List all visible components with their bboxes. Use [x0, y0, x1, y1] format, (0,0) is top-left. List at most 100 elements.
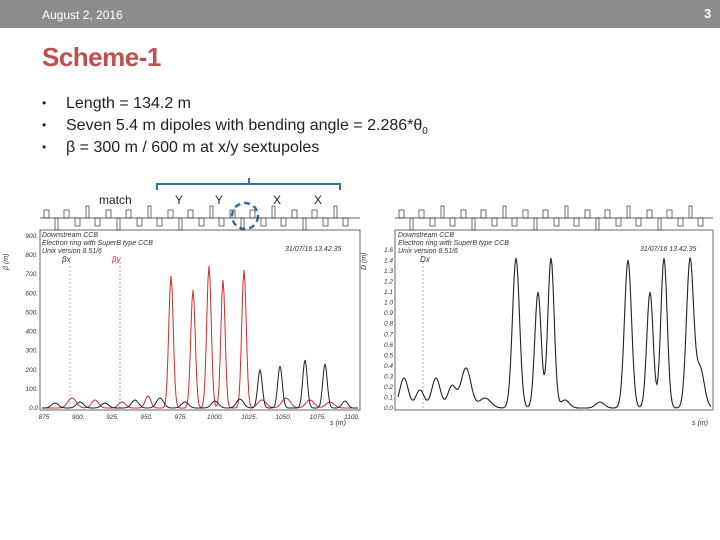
y-tick-label: 0.3 — [384, 373, 393, 380]
magnet-element — [429, 217, 436, 227]
magnet-element — [635, 217, 642, 227]
magnet-element — [342, 217, 349, 227]
label-x-1: X — [273, 193, 281, 207]
magnet-element — [666, 209, 673, 219]
section-bracket — [156, 183, 341, 190]
label-match: match — [99, 193, 132, 207]
dispersion-y-ticks: 1.6 1.4 1.3 1.2 1.1 1.0 0.9 0.8 0.7 0.6 0.5 0.4 0.3 0… — [384, 247, 393, 412]
dx-label: Dx — [420, 255, 431, 264]
dispersion-xlabel: s (m) — [692, 420, 708, 427]
magnet-element — [564, 205, 569, 219]
highlight-circle-icon — [230, 201, 260, 231]
y-tick-label: 200. — [24, 367, 38, 374]
y-tick-label: 0.5 — [384, 352, 393, 359]
magnet-element — [491, 217, 498, 227]
magnet-element — [522, 209, 529, 219]
y-tick-label: 0.0 — [384, 405, 393, 412]
y-tick-label: 800. — [25, 252, 38, 259]
magnet-element — [116, 217, 121, 231]
beta-plot: Downstream CCB Electron ring with SuperB… — [3, 205, 361, 427]
beta-x-curve — [42, 359, 358, 409]
magnet-element — [688, 205, 693, 219]
y-tick-label: 300. — [25, 348, 38, 355]
y-tick-label: 0.1 — [384, 394, 393, 401]
magnet-element — [418, 209, 425, 219]
magnet-element — [147, 205, 152, 219]
magnet-element — [187, 209, 194, 219]
y-tick-label: 1.1 — [384, 289, 393, 296]
beta-xlabel: s (m) — [330, 420, 346, 427]
beta-y-curve — [42, 265, 358, 409]
lattice-elements — [40, 205, 360, 231]
magnet-element — [604, 209, 611, 219]
x-tick-label: 1000. — [207, 414, 223, 421]
magnet-element — [54, 217, 59, 231]
y-tick-label: 500. — [25, 309, 38, 316]
magnet-element — [280, 217, 287, 227]
y-tick-label: 1.3 — [384, 268, 393, 275]
dispersion-curve — [397, 257, 712, 409]
beta-x-ticks: 875 900. 925. 950. 975. 1000. 1025. 1050. 1075. 1… — [39, 414, 361, 421]
label-y-1: Y — [175, 193, 183, 207]
plot-timestamp: 31/07/16 13.42.35 — [285, 246, 342, 253]
magnet-element — [125, 209, 132, 219]
beta-y-ticks: 900. 800. 700. 600. 500. 400. 300. 200. 100. 0.0 — [24, 233, 38, 412]
magnet-element — [398, 209, 405, 219]
magnet-element — [74, 217, 81, 227]
magnet-element — [584, 209, 591, 219]
legend-line-2: Electron ring with SuperB type CCB — [42, 240, 153, 247]
lattice-elements-right — [395, 205, 713, 231]
y-tick-label: 0.9 — [384, 310, 393, 317]
magnet-element — [94, 217, 101, 227]
magnet-element — [471, 217, 476, 231]
legend-line-3: Unix version 8.51/6 — [42, 248, 102, 255]
y-tick-label: 700. — [25, 271, 38, 278]
magnet-element — [657, 217, 662, 231]
magnet-element — [697, 217, 704, 227]
label-y-2: Y — [215, 193, 223, 207]
magnet-element — [302, 217, 307, 231]
beta-ylabel: β (m) — [3, 254, 10, 271]
magnet-element — [409, 217, 414, 231]
magnet-element — [218, 217, 225, 227]
magnet-element — [136, 217, 143, 227]
legend-line-3-right: Unix version 8.51/6 — [398, 248, 458, 255]
x-tick-label: 1050. — [275, 414, 291, 421]
magnet-element — [542, 209, 549, 219]
x-tick-label: 975. — [175, 414, 188, 421]
y-tick-label: 400. — [25, 329, 38, 336]
magnet-element — [440, 205, 445, 219]
magnet-element — [156, 217, 163, 227]
magnet-element — [646, 209, 653, 219]
magnet-element — [573, 217, 580, 227]
magnet-element — [105, 209, 112, 219]
y-tick-label: 0.4 — [384, 363, 393, 370]
dispersion-ylabel: D (m) — [361, 253, 368, 271]
x-tick-label: 925. — [106, 414, 119, 421]
x-tick-label: 1075. — [310, 414, 326, 421]
magnet-element — [502, 205, 507, 219]
y-tick-label: 1.4 — [384, 258, 393, 265]
beta-plot-frame — [39, 229, 361, 411]
magnet-element — [533, 217, 538, 231]
y-tick-label: 1.0 — [384, 300, 393, 307]
y-tick-label: 0.8 — [384, 321, 393, 328]
magnet-element — [553, 217, 560, 227]
magnet-element — [333, 205, 338, 219]
y-tick-label: 1.6 — [384, 247, 393, 254]
y-tick-label: 0.2 — [384, 384, 393, 391]
legend-line-1: Downstream CCB — [42, 232, 98, 239]
x-tick-label: 1025. — [241, 414, 257, 421]
magnet-element — [63, 209, 70, 219]
magnet-element — [167, 209, 174, 219]
magnet-element — [449, 217, 456, 227]
x-tick-label: 1100. — [344, 414, 360, 421]
magnet-element — [249, 209, 256, 219]
magnet-element — [291, 209, 298, 219]
magnet-element — [511, 217, 518, 227]
label-x-2: X — [314, 193, 322, 207]
magnet-element — [260, 217, 267, 227]
y-tick-label: 0.6 — [384, 342, 393, 349]
legend-line-2-right: Electron ring with SuperB type CCB — [398, 240, 509, 247]
magnet-element — [198, 217, 205, 227]
